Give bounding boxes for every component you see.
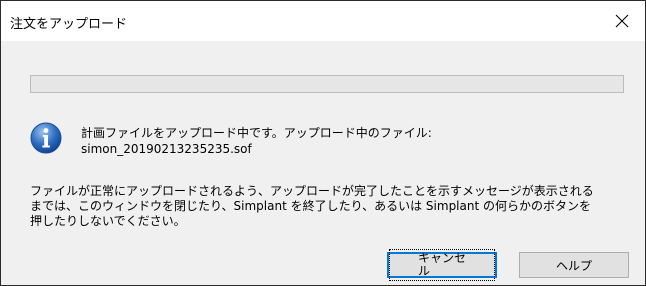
close-icon [615, 14, 629, 28]
help-button[interactable]: ヘルプ [519, 252, 629, 278]
uploading-file-name: simon_20190213235235.sof [81, 142, 252, 156]
notice-line-3: 押したりしないでください。 [30, 214, 186, 228]
notice-line-2: までは、このウィンドウを閉じたり、Simplant を終了したり、あるいは Si… [30, 199, 591, 213]
message-line-1: 計画ファイルをアップロード中です。アップロード中のファイル: [81, 126, 432, 140]
cancel-button[interactable]: キャンセル [387, 249, 497, 281]
close-button[interactable] [599, 1, 645, 41]
info-icon [30, 122, 62, 154]
notice-line-1: ファイルが正常にアップロードされるよう、アップロードが完了したことを示すメッセー… [30, 184, 594, 198]
title-bar[interactable]: 注文をアップロード [1, 1, 645, 41]
dialog-title: 注文をアップロード [10, 17, 128, 32]
help-button-label: ヘルプ [555, 258, 592, 273]
warning-notice: ファイルが正常にアップロードされるよう、アップロードが完了したことを示すメッセー… [30, 184, 630, 229]
upload-message: 計画ファイルをアップロード中です。アップロード中のファイル: simon_201… [81, 125, 432, 157]
upload-dialog: 注文をアップロード 計画ファイルをアップロード中です。アップロード中のファイル:… [0, 0, 646, 286]
cancel-button-label: キャンセル [389, 249, 495, 281]
upload-progress-bar [30, 75, 624, 93]
